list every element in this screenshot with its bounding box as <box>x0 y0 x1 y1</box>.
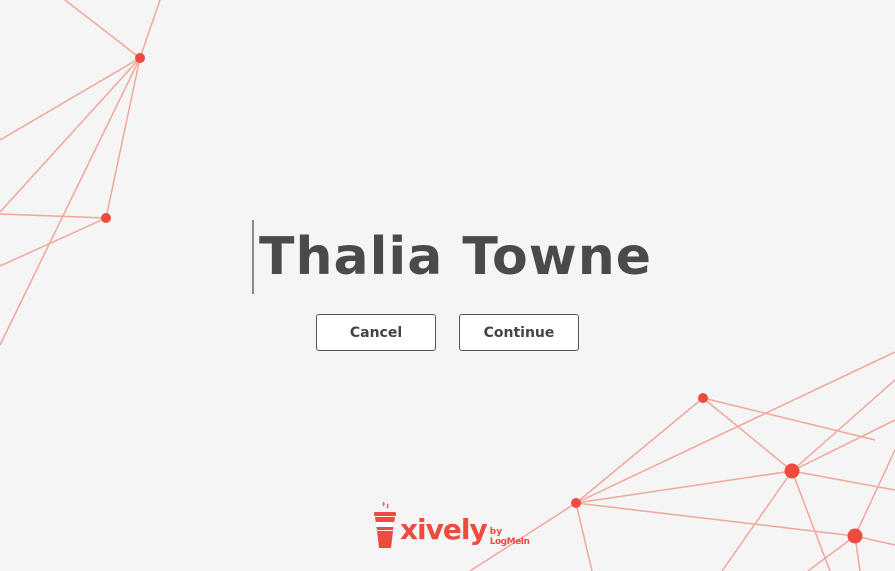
screen: Thalia Towne Cancel Continue xively by L… <box>0 0 895 571</box>
network-node <box>847 528 863 544</box>
network-node <box>698 393 708 403</box>
network-line <box>0 213 107 219</box>
network-node <box>571 498 581 508</box>
network-line <box>575 351 895 504</box>
network-line <box>791 419 895 472</box>
user-name-display: Thalia Towne <box>259 227 653 287</box>
network-line <box>0 57 141 141</box>
network-line <box>105 57 141 219</box>
coffee-cup-icon <box>374 501 396 548</box>
network-line <box>0 217 107 267</box>
network-line <box>807 535 856 571</box>
network-line <box>791 470 895 491</box>
network-line <box>64 0 141 59</box>
network-line <box>791 470 831 571</box>
brand-logo: xively by LogMeIn <box>372 498 530 550</box>
network-line <box>854 449 895 537</box>
logmein-tagline: by LogMeIn <box>490 527 530 547</box>
by-label: by <box>489 527 503 537</box>
network-line <box>0 57 141 346</box>
xively-wordmark: xively <box>400 513 488 546</box>
logmein-label: LogMeIn <box>489 537 530 547</box>
name-field[interactable]: Thalia Towne <box>252 220 652 294</box>
continue-button[interactable]: Continue <box>459 314 579 351</box>
network-node <box>784 463 800 479</box>
text-caret <box>252 220 254 294</box>
network-line <box>575 502 856 537</box>
network-line <box>139 0 161 59</box>
network-line <box>0 57 141 213</box>
network-node <box>135 53 145 63</box>
network-line <box>575 502 593 571</box>
network-node <box>101 213 111 223</box>
cancel-button[interactable]: Cancel <box>316 314 436 351</box>
